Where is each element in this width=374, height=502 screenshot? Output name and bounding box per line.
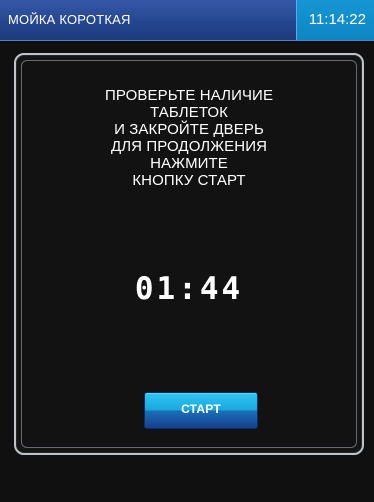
clock-panel: 11:14:22 <box>296 0 374 40</box>
message-line-1: ПРОВЕРЬТЕ НАЛИЧИЕ <box>104 87 274 104</box>
countdown-timer: 01:44 <box>134 271 244 307</box>
message-line-5: НАЖМИТЕ <box>150 155 228 172</box>
message-line-2: ТАБЛЕТОК <box>149 104 229 121</box>
start-button-label: СТАРТ <box>181 402 221 416</box>
instruction-panel: ПРОВЕРЬТЕ НАЛИЧИЕ ТАБЛЕТОК И ЗАКРОЙТЕ ДВ… <box>14 53 364 455</box>
program-title: МОЙКА КОРОТКАЯ <box>8 12 131 27</box>
instruction-panel-inner: ПРОВЕРЬТЕ НАЛИЧИЕ ТАБЛЕТОК И ЗАКРОЙТЕ ДВ… <box>21 60 357 448</box>
machine-screen: МОЙКА КОРОТКАЯ 11:14:22 ПРОВЕРЬТЕ НАЛИЧИ… <box>0 0 374 502</box>
header-bar: МОЙКА КОРОТКАЯ 11:14:22 <box>0 0 374 41</box>
clock-time: 11:14:22 <box>308 11 366 28</box>
message-line-6: КНОПКУ СТАРТ <box>132 172 246 189</box>
message-line-4: ДЛЯ ПРОДОЛЖЕНИЯ <box>110 138 268 155</box>
start-button[interactable]: СТАРТ <box>144 392 258 429</box>
instruction-message: ПРОВЕРЬТЕ НАЛИЧИЕ ТАБЛЕТОК И ЗАКРОЙТЕ ДВ… <box>22 87 356 189</box>
message-line-3: И ЗАКРОЙТЕ ДВЕРЬ <box>114 121 264 138</box>
